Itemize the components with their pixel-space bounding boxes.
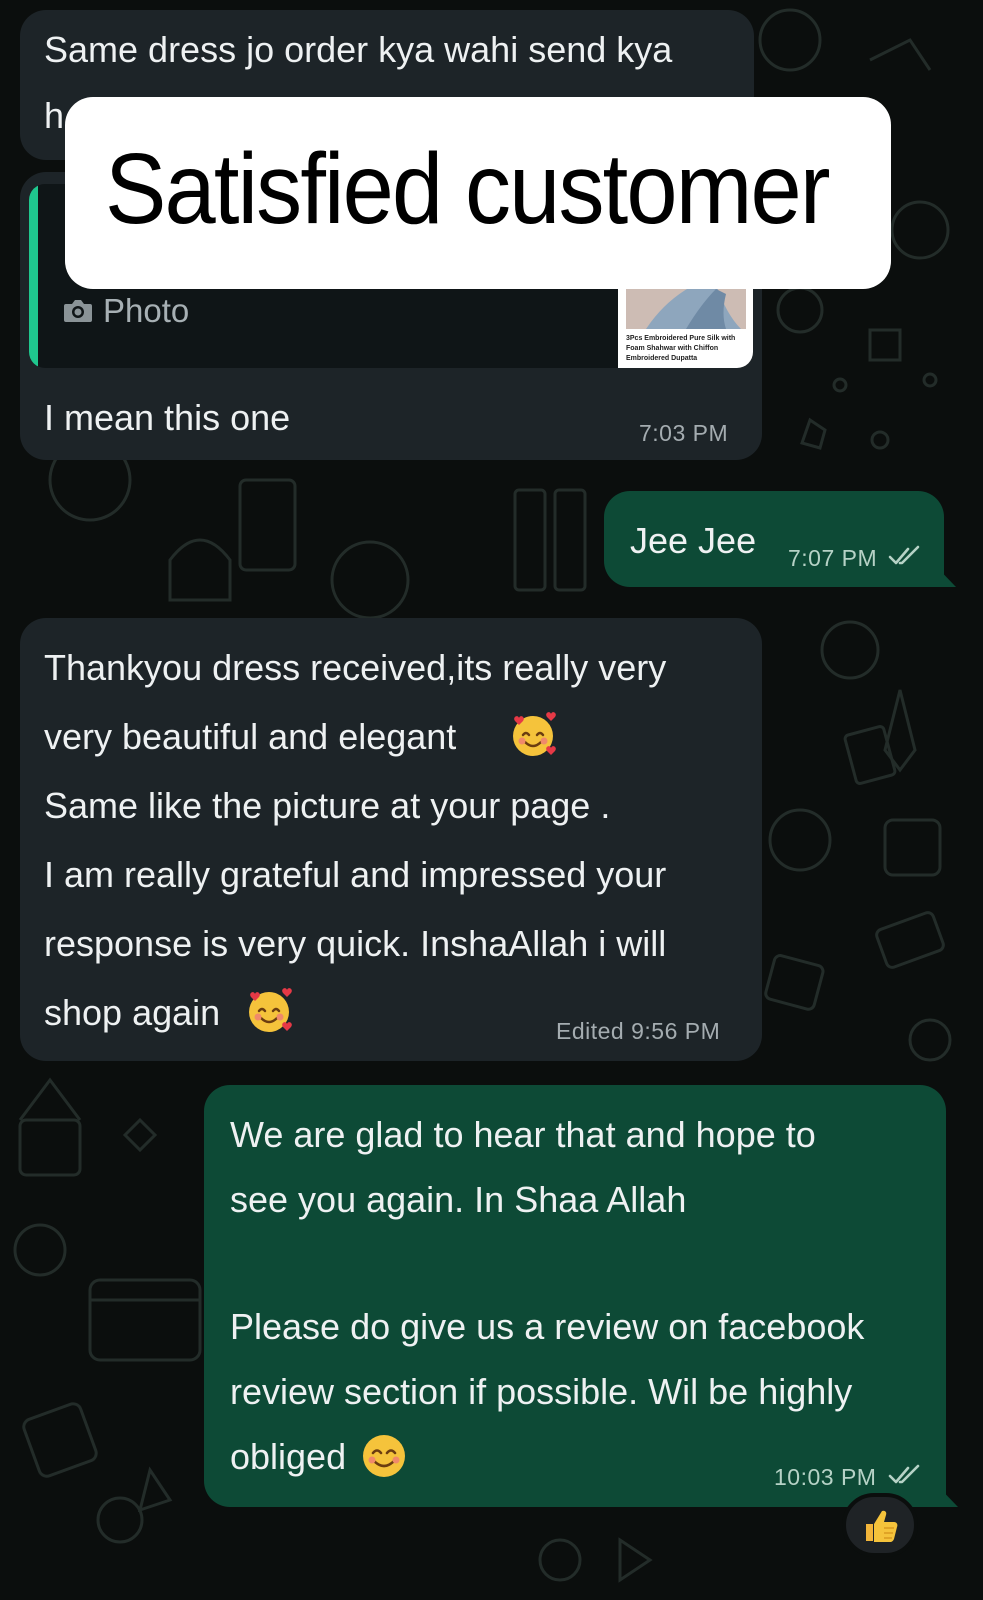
message-text: Jee Jee — [630, 520, 757, 561]
thumbnail-caption: Foam Shahwar with Chiffon — [626, 345, 719, 352]
caption-overlay: Satisfied customer — [65, 97, 891, 289]
thumbs-up-emoji — [866, 1510, 898, 1542]
thumbnail-caption: Embroidered Dupatta — [626, 355, 698, 362]
message-bubble-outgoing[interactable]: Jee Jee 7:07 PM — [604, 491, 944, 587]
message-text: Same like the picture at your page . — [44, 785, 611, 826]
bubble-tail — [932, 1480, 958, 1507]
thumbnail-caption: 3Pcs Embroidered Pure Silk with — [626, 335, 736, 342]
quote-label: Photo — [103, 292, 190, 329]
message-text: h — [44, 95, 65, 136]
message-text: shop again — [44, 992, 221, 1033]
double-check-icon — [888, 545, 920, 565]
message-bubble-outgoing[interactable]: We are glad to hear that and hope to see… — [204, 1085, 946, 1507]
message-text: see you again. In Shaa Allah — [230, 1179, 687, 1220]
message-time: Edited 9:56 PM — [556, 1018, 721, 1044]
bubble-tail — [930, 560, 956, 587]
camera-icon — [64, 300, 92, 322]
message-time: 7:07 PM — [788, 545, 878, 571]
quote-accent-bar — [29, 184, 38, 368]
message-text: very beautiful and elegant — [44, 716, 457, 757]
message-text: Please do give us a review on facebook — [230, 1306, 865, 1347]
message-text: response is very quick. InshaAllah i wil… — [44, 923, 667, 964]
overlay-caption: Satisfied customer — [105, 133, 830, 245]
message-time: 10:03 PM — [774, 1464, 877, 1490]
smiling-face-with-hearts-emoji — [249, 988, 292, 1032]
message-text: review section if possible. Wil be highl… — [230, 1371, 853, 1412]
reaction-badge[interactable] — [842, 1493, 918, 1557]
smiling-face-emoji — [363, 1435, 405, 1477]
double-check-icon — [888, 1464, 920, 1484]
message-text: I am really grateful and impressed your — [44, 854, 667, 895]
message-text: obliged — [230, 1436, 347, 1477]
message-text: I mean this one — [44, 397, 291, 438]
message-time: 7:03 PM — [639, 420, 729, 446]
message-text: Thankyou dress received,its really very — [44, 647, 667, 688]
smiling-face-with-hearts-emoji — [513, 712, 556, 756]
message-text: Same dress jo order kya wahi send kya — [44, 29, 673, 70]
message-text: We are glad to hear that and hope to — [230, 1114, 816, 1155]
message-bubble-incoming[interactable]: Thankyou dress received,its really very … — [20, 618, 762, 1061]
